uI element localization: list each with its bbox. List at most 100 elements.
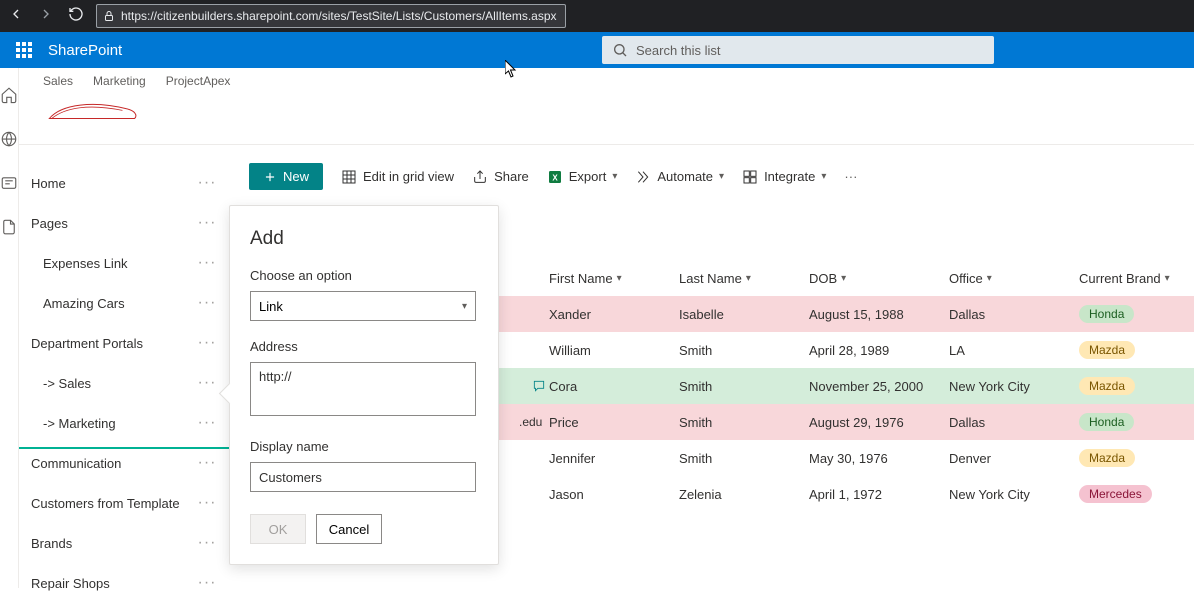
nav-item[interactable]: Repair Shops ··· bbox=[19, 563, 229, 603]
lock-icon bbox=[103, 10, 115, 22]
comment-icon[interactable] bbox=[531, 379, 547, 393]
nav-item[interactable]: Pages ··· bbox=[19, 203, 229, 243]
nav-label: -> Sales bbox=[43, 376, 91, 391]
cell-first-name: Price bbox=[549, 415, 679, 430]
top-link[interactable]: Marketing bbox=[93, 74, 146, 88]
col-first-name[interactable]: First Name▾ bbox=[549, 271, 679, 286]
nav-item[interactable]: Amazing Cars··· bbox=[19, 283, 229, 323]
cell-dob: May 30, 1976 bbox=[809, 451, 949, 466]
export-label: Export bbox=[569, 169, 607, 184]
nav-item[interactable]: -> Sales ··· bbox=[19, 363, 229, 403]
nav-label: Home bbox=[31, 176, 66, 191]
cell-first-name: Jason bbox=[549, 487, 679, 502]
brand-pill: Mazda bbox=[1079, 377, 1135, 395]
back-icon[interactable] bbox=[8, 6, 24, 27]
globe-icon[interactable] bbox=[0, 130, 18, 148]
file-icon[interactable] bbox=[0, 218, 18, 236]
nav-item[interactable]: -> Marketing··· bbox=[19, 403, 229, 443]
home-icon[interactable] bbox=[0, 86, 18, 104]
share-icon bbox=[472, 169, 488, 185]
top-link[interactable]: Sales bbox=[43, 74, 73, 88]
search-input[interactable] bbox=[636, 43, 984, 58]
cell-office: New York City bbox=[949, 379, 1079, 394]
nav-item[interactable]: Department Portals··· bbox=[19, 323, 229, 363]
url-input[interactable] bbox=[121, 9, 559, 23]
nav-item[interactable]: Expenses Link ··· bbox=[19, 243, 229, 283]
choose-option-dropdown[interactable]: Link ▾ bbox=[250, 291, 476, 321]
cell-office: LA bbox=[949, 343, 1079, 358]
nav-item-menu-icon[interactable]: ··· bbox=[197, 253, 217, 273]
reload-icon[interactable] bbox=[68, 6, 84, 27]
col-last-name[interactable]: Last Name▾ bbox=[679, 271, 809, 286]
add-callout: Add Choose an option Link ▾ Address http… bbox=[229, 205, 499, 565]
ok-button[interactable]: OK bbox=[250, 514, 306, 544]
news-icon[interactable] bbox=[0, 174, 18, 192]
cell-brand: Mazda bbox=[1079, 377, 1194, 395]
left-nav: Home···Pages···Expenses Link···Amazing C… bbox=[19, 145, 229, 603]
share-button[interactable]: Share bbox=[472, 169, 529, 185]
cell-last-name: Zelenia bbox=[679, 487, 809, 502]
search-box[interactable] bbox=[602, 36, 994, 64]
cell-dob: April 1, 1972 bbox=[809, 487, 949, 502]
address-bar[interactable] bbox=[96, 4, 566, 28]
col-current-brand[interactable]: Current Brand▾ bbox=[1079, 271, 1194, 286]
nav-label: Pages bbox=[31, 216, 68, 231]
nav-item-menu-icon[interactable]: ··· bbox=[197, 213, 217, 233]
nav-label: Customers from Template bbox=[31, 496, 180, 511]
new-button[interactable]: New bbox=[249, 163, 323, 190]
cell-first-name: Xander bbox=[549, 307, 679, 322]
nav-item[interactable]: Customers from Template ··· bbox=[19, 483, 229, 523]
app-launcher-icon[interactable] bbox=[0, 42, 48, 58]
nav-item-menu-icon[interactable]: ··· bbox=[197, 453, 217, 473]
cell-last-name: Smith bbox=[679, 415, 809, 430]
cell-dob: November 25, 2000 bbox=[809, 379, 949, 394]
flow-icon bbox=[635, 169, 651, 185]
cell-first-name: Cora bbox=[549, 379, 679, 394]
command-bar: New Edit in grid view Share X Export ▾ bbox=[249, 163, 1194, 190]
cell-brand: Mercedes bbox=[1079, 485, 1194, 503]
cell-last-name: Isabelle bbox=[679, 307, 809, 322]
nav-label: Communication bbox=[31, 456, 121, 471]
edit-grid-button[interactable]: Edit in grid view bbox=[341, 169, 454, 185]
nav-item-menu-icon[interactable]: ··· bbox=[197, 573, 217, 593]
automate-button[interactable]: Automate ▾ bbox=[635, 169, 724, 185]
svg-text:X: X bbox=[552, 173, 558, 182]
cell-brand: Mazda bbox=[1079, 449, 1194, 467]
col-office[interactable]: Office▾ bbox=[949, 271, 1079, 286]
display-name-input[interactable] bbox=[250, 462, 476, 492]
site-logo[interactable] bbox=[39, 92, 149, 132]
export-button[interactable]: X Export ▾ bbox=[547, 169, 618, 185]
nav-item-menu-icon[interactable]: ··· bbox=[197, 293, 217, 313]
nav-item[interactable]: Communication ··· bbox=[19, 443, 229, 483]
forward-icon[interactable] bbox=[38, 6, 54, 27]
nav-item-menu-icon[interactable]: ··· bbox=[197, 373, 217, 393]
automate-label: Automate bbox=[657, 169, 713, 184]
grid-icon bbox=[341, 169, 357, 185]
more-button[interactable]: ··· bbox=[844, 169, 857, 184]
cell-office: Denver bbox=[949, 451, 1079, 466]
cancel-button[interactable]: Cancel bbox=[316, 514, 382, 544]
nav-item[interactable]: Home ··· bbox=[19, 163, 229, 203]
nav-label: Expenses Link bbox=[43, 256, 128, 271]
brand-pill: Mercedes bbox=[1079, 485, 1152, 503]
integrate-button[interactable]: Integrate ▾ bbox=[742, 169, 826, 185]
nav-item-menu-icon[interactable]: ··· bbox=[197, 173, 217, 193]
add-title: Add bbox=[250, 228, 478, 250]
nav-item-menu-icon[interactable]: ··· bbox=[197, 413, 217, 433]
cell-dob: August 29, 1976 bbox=[809, 415, 949, 430]
cell-brand: Honda bbox=[1079, 305, 1194, 323]
email-fragment: .edu bbox=[519, 415, 542, 429]
site-header: Sales Marketing ProjectApex bbox=[19, 68, 1194, 145]
address-input[interactable]: http:// bbox=[250, 362, 476, 416]
cell-first-name: Jennifer bbox=[549, 451, 679, 466]
chevron-down-icon: ▾ bbox=[462, 301, 467, 312]
top-link[interactable]: ProjectApex bbox=[166, 74, 231, 88]
nav-item-menu-icon[interactable]: ··· bbox=[197, 493, 217, 513]
nav-item[interactable]: Brands··· bbox=[19, 523, 229, 563]
nav-item-menu-icon[interactable]: ··· bbox=[197, 333, 217, 353]
cell-brand: Honda bbox=[1079, 413, 1194, 431]
col-dob[interactable]: DOB▾ bbox=[809, 271, 949, 286]
nav-item-menu-icon[interactable]: ··· bbox=[197, 533, 217, 553]
suite-title[interactable]: SharePoint bbox=[48, 42, 122, 59]
nav-label: Repair Shops bbox=[31, 576, 110, 591]
